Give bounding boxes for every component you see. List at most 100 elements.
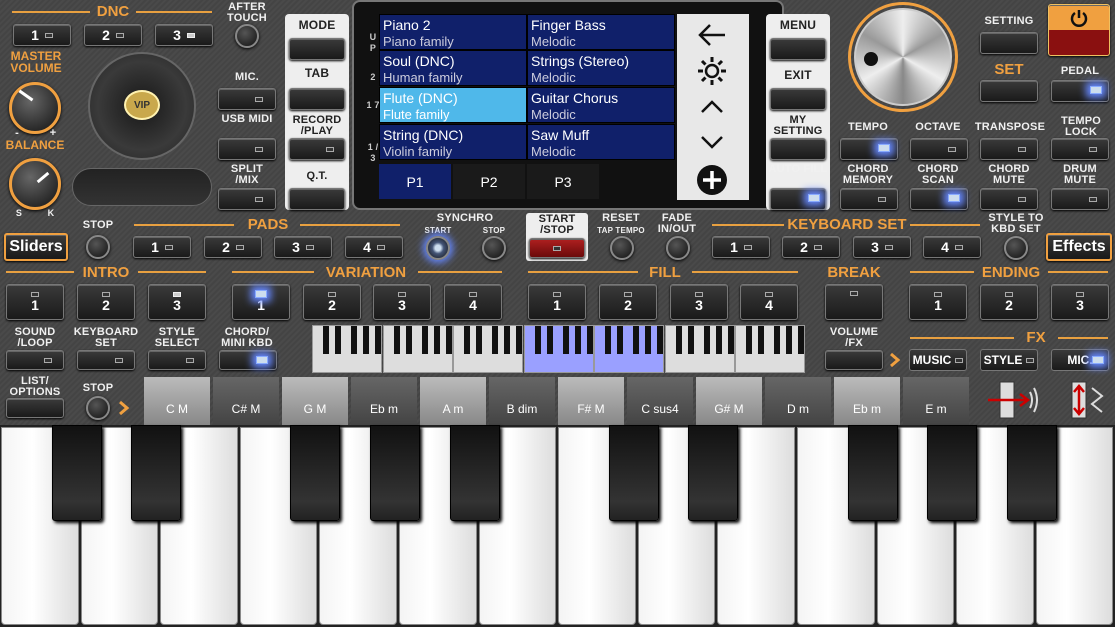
voice-cell[interactable]: Saw Muff Melodic [527,124,675,160]
intro-button-2[interactable]: 2 [77,284,135,320]
black-key[interactable] [51,425,102,521]
variation-button-3[interactable]: 3 [373,284,431,320]
tab-button[interactable] [289,88,345,110]
chord-pad[interactable]: C M [144,377,210,425]
menu-button[interactable] [770,38,826,60]
intro-button-3[interactable]: 3 [148,284,206,320]
exit-button[interactable] [770,88,826,110]
black-key[interactable] [370,425,420,521]
intro-button-1[interactable]: 1 [6,284,64,320]
fade-button[interactable] [666,236,690,260]
kbd-set-button-1[interactable]: 1 [712,236,770,258]
kbd-set-button-4[interactable]: 4 [923,236,981,258]
reset-button[interactable] [610,236,634,260]
black-key[interactable] [608,425,659,521]
chord-pad[interactable]: D m [765,377,831,425]
fx-style-button[interactable]: STYLE [980,349,1038,371]
pads-stop-button[interactable] [86,235,110,259]
transpose-button[interactable] [980,138,1038,160]
synchro-start-button[interactable] [426,236,450,260]
black-key[interactable] [847,425,898,521]
chord-pad[interactable]: C sus4 [627,377,693,425]
chord-pad[interactable]: Eb m [351,377,417,425]
black-key[interactable] [131,425,182,521]
voice-cell[interactable]: Piano 2 Piano family [379,14,527,50]
fill-button-3[interactable]: 3 [670,284,728,320]
fill-button-2[interactable]: 2 [599,284,657,320]
dnc-button-1[interactable]: 1 [13,24,71,46]
style-select-button[interactable] [148,350,206,370]
chord-memory-button[interactable] [840,188,898,210]
mini-keyboard-octave[interactable] [523,325,594,373]
tab-p1[interactable]: P1 [379,164,451,199]
ending-button-2[interactable]: 2 [980,284,1038,320]
qt-button[interactable] [289,188,345,210]
setting-button[interactable] [980,32,1038,54]
set-button[interactable] [980,80,1038,102]
chord-pad[interactable]: C# M [213,377,279,425]
pad-button-4[interactable]: 4 [345,236,403,258]
record-play-button[interactable] [289,138,345,160]
black-key[interactable] [688,425,739,521]
voice-cell[interactable]: Strings (Stereo) Melodic [527,50,675,86]
variation-button-4[interactable]: 4 [444,284,502,320]
variation-button-2[interactable]: 2 [303,284,361,320]
chord-mini-kbd-button[interactable] [219,350,277,370]
chord-pad[interactable]: A m [420,377,486,425]
add-icon[interactable] [696,164,728,196]
volume-fx-button[interactable] [825,350,883,370]
dnc-button-2[interactable]: 2 [84,24,142,46]
chord-mute-button[interactable] [980,188,1038,210]
my-setting-button[interactable] [770,138,826,160]
chord-pad[interactable]: E m [903,377,969,425]
kbd-set-button-3[interactable]: 3 [853,236,911,258]
main-keyboard[interactable] [0,425,1115,627]
voice-cell[interactable]: String (DNC) Violin family [379,124,527,160]
pad-button-2[interactable]: 2 [204,236,262,258]
mini-keyboard-octave[interactable] [735,325,805,373]
dnc-button-3[interactable]: 3 [155,24,213,46]
voice-cell[interactable]: Finger Bass Melodic [527,14,675,50]
black-key[interactable] [1006,425,1057,521]
mic-button[interactable] [218,88,276,110]
mini-keyboard-octave[interactable] [312,325,382,373]
ending-button-3[interactable]: 3 [1051,284,1109,320]
back-arrow-icon[interactable] [697,22,727,48]
black-key[interactable] [290,425,341,521]
tempo-lock-button[interactable] [1051,138,1109,160]
chord-stop-button[interactable] [86,396,110,420]
sound-loop-button[interactable] [6,350,64,370]
split-mix-button[interactable] [218,188,276,210]
voice-cell[interactable]: Guitar Chorus Melodic [527,87,675,123]
pad-button-3[interactable]: 3 [274,236,332,258]
octave-button[interactable] [910,138,968,160]
gear-icon[interactable] [696,55,728,87]
fx-music-button[interactable]: MUSIC [909,349,967,371]
tab-p3[interactable]: P3 [527,164,599,199]
synchro-stop-button[interactable] [482,236,506,260]
list-options-button[interactable] [6,398,64,418]
voice-cell[interactable]: Soul (DNC) Human family [379,50,527,86]
chord-pad[interactable]: Eb m [834,377,900,425]
ending-button-1[interactable]: 1 [909,284,967,320]
chord-pad[interactable]: G M [282,377,348,425]
chevron-up-icon[interactable] [699,98,725,114]
fill-button-1[interactable]: 1 [528,284,586,320]
chord-pad[interactable]: B dim [489,377,555,425]
black-key[interactable] [449,425,500,521]
fill-button-4[interactable]: 4 [740,284,798,320]
usb-midi-button[interactable] [218,138,276,160]
tab-p2[interactable]: P2 [453,164,525,199]
black-key[interactable] [927,425,978,521]
after-touch-button[interactable] [235,24,259,48]
break-button[interactable] [825,284,883,320]
chevron-down-icon[interactable] [699,134,725,150]
balance-knob[interactable] [9,158,61,210]
pitch-wheel-slot[interactable] [72,168,212,206]
pad-button-1[interactable]: 1 [133,236,191,258]
effects-button[interactable]: Effects [1046,233,1112,261]
mini-keyboard-octave[interactable] [664,325,735,373]
voice-cell-selected[interactable]: Flute (DNC) Flute family [379,87,527,123]
chord-pad[interactable]: G# M [696,377,762,425]
keyboard-set-small-button[interactable] [77,350,135,370]
